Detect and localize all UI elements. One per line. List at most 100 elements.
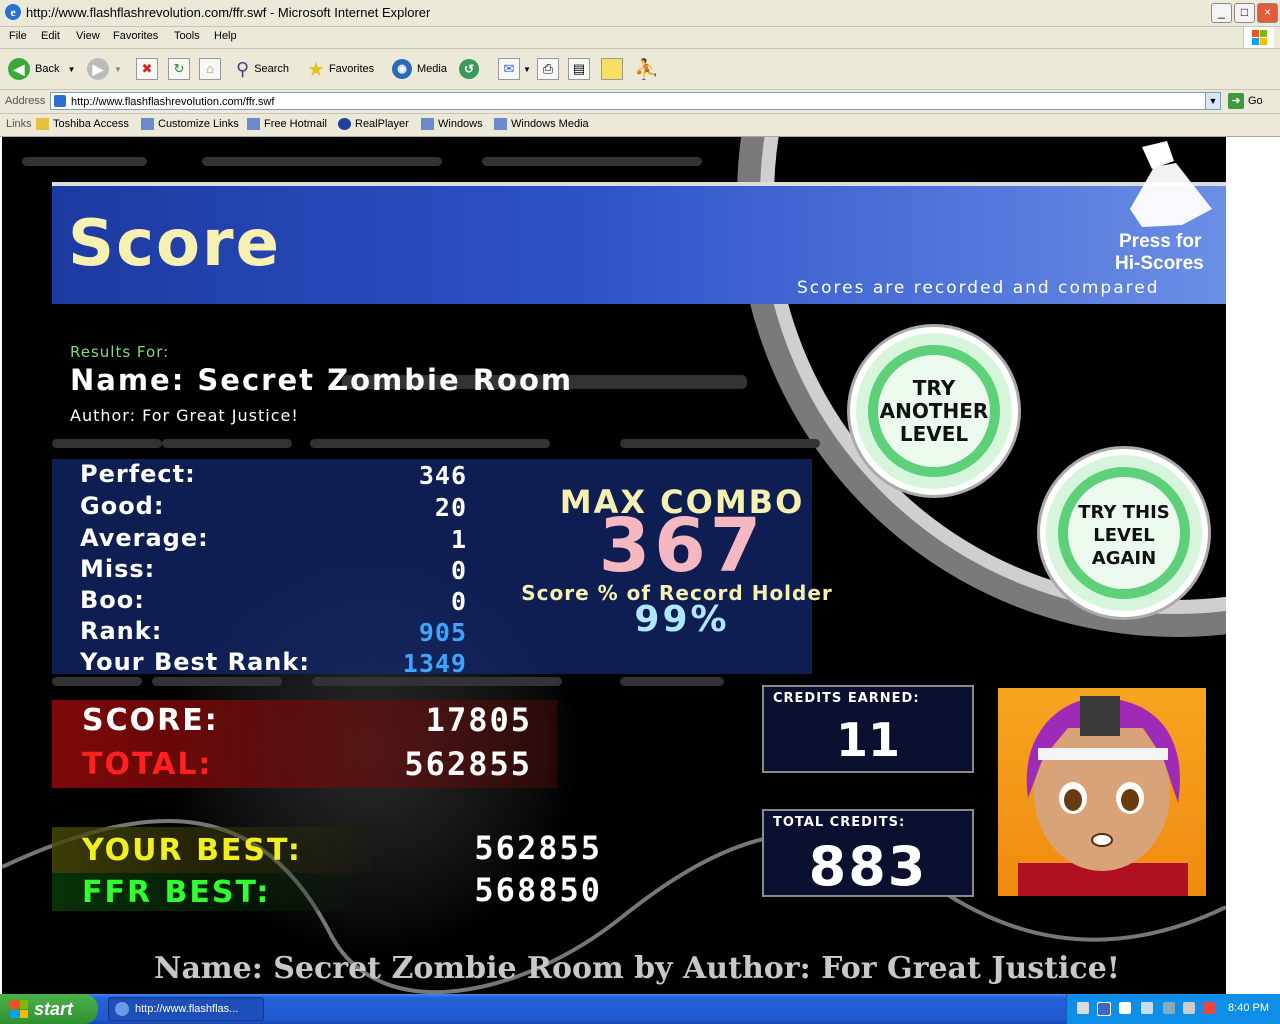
best-rank-label: Your Best Rank: bbox=[80, 648, 310, 676]
favorites-button[interactable]: ★ Favorites bbox=[307, 57, 374, 81]
dash-decoration bbox=[52, 677, 142, 686]
menu-favorites[interactable]: Favorites bbox=[113, 30, 158, 42]
try-level-again-button[interactable]: TRY THIS LEVEL AGAIN bbox=[1040, 449, 1208, 617]
dash-decoration bbox=[52, 439, 162, 448]
ffr-best-value: 568850 bbox=[474, 871, 602, 909]
clock[interactable]: 8:40 PM bbox=[1228, 1002, 1269, 1014]
menu-edit[interactable]: Edit bbox=[41, 30, 60, 42]
flash-game-stage[interactable]: Score Press for Hi-Scores Scores are rec… bbox=[2, 137, 1226, 994]
links-bar: Links Toshiba Access Customize Links Fre… bbox=[0, 114, 1280, 137]
scores-recorded-text: Scores are recorded and compared bbox=[797, 278, 1160, 298]
link-free-hotmail[interactable]: Free Hotmail bbox=[247, 118, 327, 130]
go-arrow-icon: ➜ bbox=[1228, 93, 1244, 109]
song-name: Name: Secret Zombie Room bbox=[70, 363, 574, 397]
window-title-bar: e http://www.flashflashrevolution.com/ff… bbox=[0, 0, 1280, 27]
ie-page-icon bbox=[247, 118, 260, 130]
miss-label: Miss: bbox=[80, 555, 156, 583]
back-button[interactable]: ◀ Back ▼ bbox=[8, 57, 75, 81]
go-button[interactable]: ➜ Go bbox=[1228, 93, 1263, 109]
address-bar: Address http://www.flashflashrevolution.… bbox=[0, 90, 1280, 114]
standard-toolbar: ◀ Back ▼ ▶ ▼ ✖ ↻ ⌂ ⚲ Search ★ Favorites … bbox=[0, 49, 1280, 90]
media-button[interactable]: ◉ Media bbox=[392, 57, 447, 81]
score-label: SCORE: bbox=[82, 703, 219, 738]
window-title: http://www.flashflashrevolution.com/ffr.… bbox=[26, 5, 431, 20]
history-button[interactable]: ↺ bbox=[459, 57, 484, 81]
printer-icon: ⎙ bbox=[537, 58, 559, 80]
refresh-button[interactable]: ↻ bbox=[168, 57, 190, 81]
taskbar: start http://www.flashflas... 8:40 PM bbox=[0, 994, 1280, 1024]
browser-content: Score Press for Hi-Scores Scores are rec… bbox=[0, 137, 1280, 994]
your-best-value: 562855 bbox=[474, 829, 602, 867]
start-button[interactable]: start bbox=[0, 994, 98, 1024]
try-another-level-button[interactable]: TRY ANOTHER LEVEL bbox=[850, 327, 1018, 495]
hiscore-label: Hi-Scores bbox=[1115, 253, 1204, 274]
ffr-best-label: FFR BEST: bbox=[82, 875, 271, 910]
total-credits-value: 883 bbox=[808, 835, 928, 898]
credits-earned-box: CREDITS EARNED: 11 bbox=[762, 685, 974, 773]
maximize-button[interactable]: □ bbox=[1234, 3, 1255, 23]
total-credits-box: TOTAL CREDITS: 883 bbox=[762, 809, 974, 898]
history-icon: ↺ bbox=[459, 59, 479, 79]
note-icon bbox=[601, 58, 623, 80]
link-customize-links[interactable]: Customize Links bbox=[141, 118, 239, 130]
tray-help-icon[interactable] bbox=[1119, 1002, 1131, 1014]
dash-decoration bbox=[22, 157, 147, 166]
tray-chevron-icon[interactable] bbox=[1141, 1002, 1153, 1014]
menu-view[interactable]: View bbox=[76, 30, 100, 42]
tray-network-icon[interactable] bbox=[1163, 1002, 1175, 1014]
link-windows[interactable]: Windows bbox=[421, 118, 483, 130]
home-button[interactable]: ⌂ bbox=[199, 57, 221, 81]
results-for-label: Results For: bbox=[70, 343, 170, 361]
dash-decoration bbox=[162, 439, 292, 448]
stop-button[interactable]: ✖ bbox=[136, 57, 158, 81]
dash-decoration bbox=[202, 157, 442, 166]
forward-button[interactable]: ▶ ▼ bbox=[87, 57, 122, 81]
tray-tool-icon[interactable] bbox=[1077, 1002, 1089, 1014]
address-input[interactable]: http://www.flashflashrevolution.com/ffr.… bbox=[50, 92, 1220, 110]
menu-file[interactable]: File bbox=[9, 30, 27, 42]
edit-button[interactable]: ▤ bbox=[568, 57, 590, 81]
link-toshiba-access[interactable]: Toshiba Access bbox=[36, 118, 129, 130]
realplayer-icon bbox=[338, 118, 351, 130]
home-icon: ⌂ bbox=[199, 58, 221, 80]
print-button[interactable]: ⎙ bbox=[537, 57, 559, 81]
perfect-value: 346 bbox=[418, 461, 467, 490]
messenger-icon: ⛹ bbox=[634, 58, 659, 81]
good-label: Good: bbox=[80, 492, 165, 520]
close-button[interactable]: × bbox=[1257, 3, 1278, 23]
search-button[interactable]: ⚲ Search bbox=[236, 57, 289, 81]
tray-security-icon[interactable] bbox=[1203, 1002, 1215, 1014]
links-label: Links bbox=[6, 118, 32, 130]
address-dropdown-button[interactable]: ▼ bbox=[1205, 92, 1221, 110]
globe-icon: ◉ bbox=[392, 59, 412, 79]
ie-icon bbox=[115, 1002, 129, 1016]
minimize-button[interactable]: _ bbox=[1211, 3, 1232, 23]
avatar bbox=[998, 688, 1206, 896]
hiscore-button[interactable] bbox=[1112, 139, 1222, 234]
mail-button[interactable]: ✉ ▼ bbox=[498, 57, 531, 81]
try-again-line1: TRY THIS bbox=[1078, 502, 1170, 523]
try-another-line3: LEVEL bbox=[899, 422, 969, 446]
taskbar-ie-window[interactable]: http://www.flashflas... bbox=[108, 997, 264, 1021]
score-value: 17805 bbox=[425, 701, 532, 739]
arrow-figure-icon bbox=[1130, 141, 1212, 227]
link-realplayer[interactable]: RealPlayer bbox=[338, 118, 409, 130]
tray-monitor-icon[interactable] bbox=[1097, 1002, 1111, 1016]
dash-decoration bbox=[312, 677, 562, 686]
credits-earned-value: 11 bbox=[835, 713, 900, 767]
link-windows-media[interactable]: Windows Media bbox=[494, 118, 589, 130]
search-icon: ⚲ bbox=[236, 58, 250, 79]
ie-icon: e bbox=[5, 4, 21, 20]
average-value: 1 bbox=[450, 525, 467, 554]
windows-logo-icon bbox=[1243, 27, 1274, 48]
discuss-button[interactable] bbox=[601, 57, 623, 81]
dash-decoration bbox=[482, 157, 702, 166]
tray-volume-icon[interactable] bbox=[1183, 1002, 1195, 1014]
menu-tools[interactable]: Tools bbox=[174, 30, 200, 42]
windows-flag-icon bbox=[10, 1000, 28, 1018]
menu-help[interactable]: Help bbox=[214, 30, 237, 42]
messenger-button[interactable]: ⛹ bbox=[634, 57, 659, 81]
dash-decoration bbox=[152, 677, 282, 686]
chevron-down-icon: ▼ bbox=[114, 64, 122, 74]
good-value: 20 bbox=[434, 493, 467, 522]
